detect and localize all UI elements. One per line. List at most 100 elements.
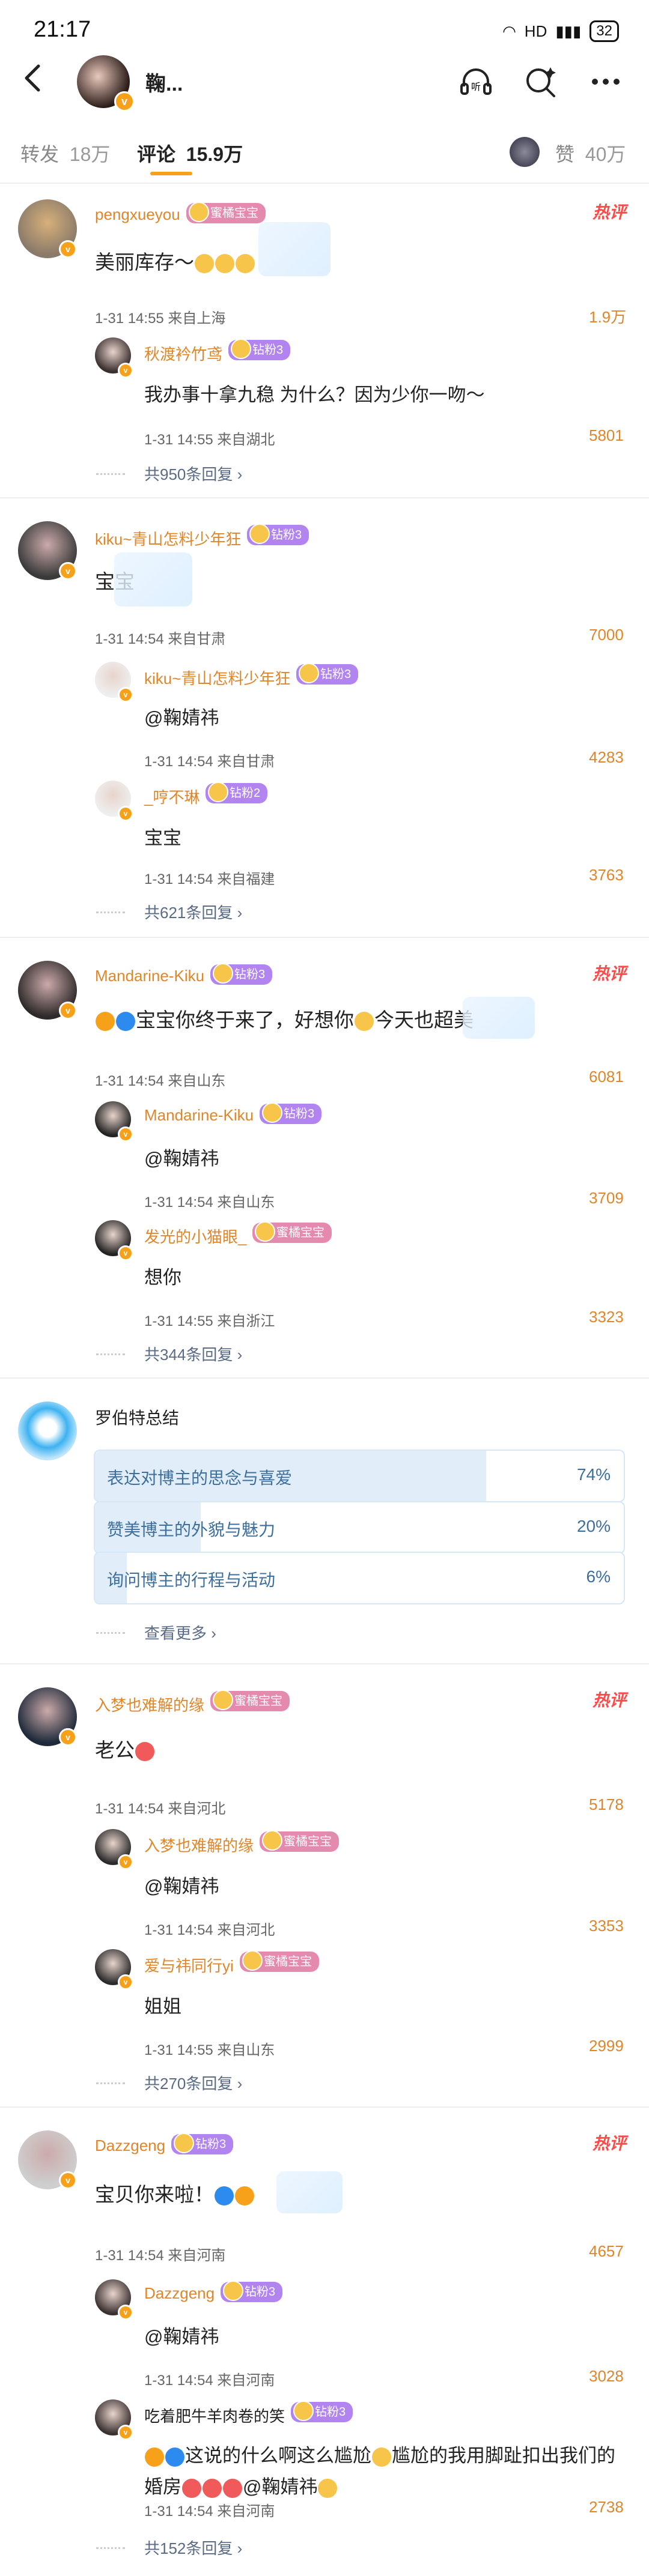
comment-icon[interactable] (501, 2033, 525, 2057)
like-icon[interactable] (560, 622, 584, 646)
summary-item[interactable]: 表达对博主的思念与喜爱 74% (94, 1450, 625, 1502)
listen-icon[interactable]: 听 (457, 62, 495, 101)
comment-icon[interactable] (501, 2239, 525, 2263)
like-icon[interactable] (560, 745, 584, 769)
like-count: 7000 (589, 626, 624, 644)
commenter-name[interactable]: Dazzgeng (95, 2136, 165, 2155)
reply-author[interactable]: kiku~青山怎料少年狂 (144, 667, 290, 689)
tab-comments[interactable]: 评论 15.9万 (137, 139, 243, 167)
verified-icon: v (118, 363, 133, 378)
battery-icon: 32 (590, 20, 619, 42)
verified-icon: v (59, 1728, 77, 1746)
reply-text-body[interactable]: @鞠婧祎 (144, 707, 219, 728)
like-icon[interactable] (560, 1792, 584, 1816)
view-replies-label: 共152条回复 (144, 2539, 233, 2557)
like-icon[interactable] (560, 2033, 584, 2057)
hot-comment-tag: 热评 (593, 964, 627, 983)
status-time: 21:17 (34, 17, 91, 42)
tab-likes[interactable]: 赞 40万 (555, 139, 626, 167)
like-count: 1.9万 (589, 308, 627, 326)
like-icon[interactable] (560, 862, 584, 886)
reply-author[interactable]: Mandarine-Kiku (144, 1106, 254, 1125)
reply-author[interactable]: 发光的小猫眼_ (144, 1225, 246, 1247)
reply-author[interactable]: _哼不琳 (144, 785, 200, 808)
commenter-name[interactable]: kiku~青山怎料少年狂 (95, 527, 241, 549)
share-icon[interactable] (441, 2363, 465, 2387)
comment-icon[interactable] (501, 2494, 525, 2518)
reply-text: @鞠婧祎 (144, 703, 219, 730)
share-icon[interactable] (441, 862, 465, 886)
comment-meta: 1-31 14:55 来自上海 (95, 310, 226, 327)
commenter-name[interactable]: 入梦也难解的缘 (95, 1693, 204, 1716)
view-replies-link[interactable]: 共270条回复 › (144, 2072, 242, 2094)
tab-reposts[interactable]: 转发 18万 (20, 139, 110, 167)
reply-author[interactable]: 吃着肥牛羊肉卷的笑 (144, 2404, 285, 2426)
fan-badge: 钻粉3 (228, 339, 291, 360)
view-replies-link[interactable]: 共950条回复 › (144, 462, 242, 485)
back-icon[interactable] (17, 60, 53, 96)
like-icon[interactable] (560, 1304, 584, 1328)
share-icon[interactable] (441, 423, 465, 447)
summary-label: 赞美博主的外貌与魅力 (107, 1520, 276, 1539)
emoji-icon (372, 2447, 391, 2467)
share-icon[interactable] (441, 2494, 465, 2518)
comment-icon[interactable] (501, 1304, 525, 1328)
more-icon[interactable] (587, 62, 625, 101)
summary-more-link[interactable]: 查看更多 › (144, 1621, 216, 1643)
share-icon[interactable] (441, 745, 465, 769)
reply-text-body[interactable]: @鞠婧祎 (144, 2326, 219, 2347)
view-replies-link[interactable]: 共152条回复 › (144, 2536, 242, 2559)
mention-link[interactable]: @鞠婧祎 (243, 2476, 317, 2497)
like-icon[interactable] (560, 1913, 584, 1937)
share-icon[interactable] (441, 1185, 465, 1209)
commenter-name[interactable]: pengxueyou (95, 205, 180, 224)
summary-item[interactable]: 询问博主的行程与活动 6% (94, 1552, 625, 1604)
comment-icon[interactable] (501, 2363, 525, 2387)
reply-text-body[interactable]: @鞠婧祎 (144, 1876, 219, 1897)
comment-icon[interactable] (501, 1792, 525, 1816)
comment-icon[interactable] (501, 301, 525, 325)
comment-icon[interactable] (501, 1913, 525, 1937)
comment-icon[interactable] (501, 1064, 525, 1088)
author-name[interactable]: 鞠... (145, 67, 183, 97)
commenter-name[interactable]: Mandarine-Kiku (95, 967, 204, 985)
verified-icon: v (118, 2425, 133, 2440)
reply-author[interactable]: Dazzgeng (144, 2284, 215, 2303)
like-icon[interactable] (560, 423, 584, 447)
share-icon[interactable] (441, 2239, 465, 2263)
comment-icon[interactable] (501, 622, 525, 646)
search-icon[interactable] (522, 62, 560, 101)
share-icon[interactable] (441, 622, 465, 646)
view-replies-link[interactable]: 共621条回复 › (144, 901, 242, 923)
reply-text-body[interactable]: @鞠婧祎 (144, 1148, 219, 1169)
like-icon[interactable] (560, 301, 584, 325)
share-icon[interactable] (441, 1913, 465, 1937)
comment-icon[interactable] (501, 745, 525, 769)
like-icon[interactable] (560, 1064, 584, 1088)
comment-icon[interactable] (501, 1185, 525, 1209)
comment-icon[interactable] (501, 423, 525, 447)
share-icon[interactable] (441, 1792, 465, 1816)
comment-icon[interactable] (501, 862, 525, 886)
like-icon[interactable] (560, 2363, 584, 2387)
reply-author[interactable]: 爱与祎同行yi (144, 1954, 234, 1976)
summary-item[interactable]: 赞美博主的外貌与魅力 20% (94, 1501, 625, 1554)
reply-author[interactable]: 秋渡衿竹鸢 (144, 342, 222, 364)
like-icon[interactable] (560, 1185, 584, 1209)
fan-badge: 蜜橘宝宝 (186, 202, 266, 223)
chevron-right-icon: › (233, 2075, 243, 2093)
share-icon[interactable] (441, 1304, 465, 1328)
share-icon[interactable] (441, 1064, 465, 1088)
tab-bar: 转发 18万 评论 15.9万 赞 40万 (0, 128, 649, 184)
like-icon[interactable] (560, 2239, 584, 2263)
reply-author[interactable]: 入梦也难解的缘 (144, 1834, 254, 1856)
emoji-icon (223, 2478, 242, 2498)
like-icon[interactable] (560, 2494, 584, 2518)
fan-badge: 蜜橘宝宝 (260, 1830, 339, 1852)
share-icon[interactable] (441, 301, 465, 325)
view-replies-link[interactable]: 共344条回复 › (144, 1343, 242, 1365)
tab-active-indicator (150, 172, 192, 175)
verified-icon: v (118, 1854, 133, 1870)
like-count: 3353 (589, 1917, 624, 1935)
share-icon[interactable] (441, 2033, 465, 2057)
